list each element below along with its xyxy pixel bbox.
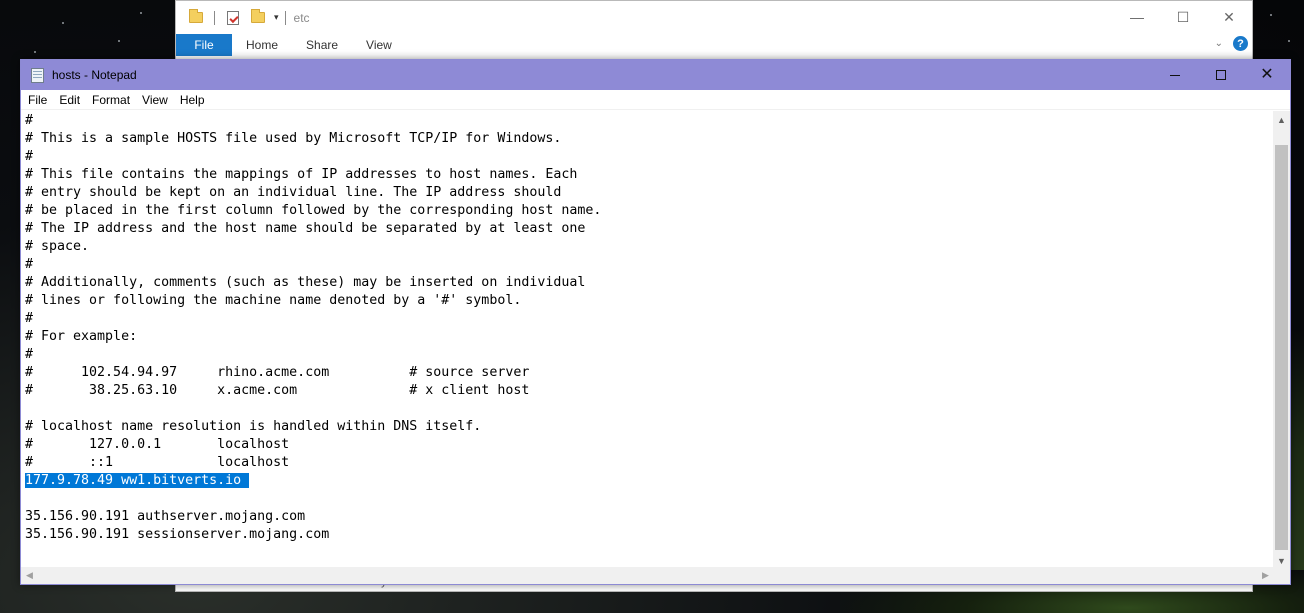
maximize-icon bbox=[1216, 70, 1226, 80]
text-line[interactable]: 35.156.90.191 sessionserver.mojang.com bbox=[25, 526, 1274, 544]
wallpaper-star bbox=[34, 51, 36, 53]
minimize-icon bbox=[1170, 74, 1180, 76]
text-line[interactable]: # This file contains the mappings of IP … bbox=[25, 166, 1274, 184]
notepad-window[interactable]: hosts - Notepad ✕ File Edit Format View … bbox=[20, 59, 1291, 585]
explorer-window-controls: — ☐ ✕ bbox=[1114, 1, 1252, 33]
text-line[interactable]: # This is a sample HOSTS file used by Mi… bbox=[25, 130, 1274, 148]
ribbon-right-controls: ⌄ ? bbox=[1215, 36, 1248, 51]
horizontal-scrollbar[interactable]: ◀ ▶ bbox=[21, 567, 1274, 584]
ribbon-tabs: File Home Share View ⌄ ? bbox=[176, 34, 1252, 56]
menu-help[interactable]: Help bbox=[174, 90, 211, 110]
minimize-button[interactable]: — bbox=[1114, 1, 1160, 33]
wallpaper-star bbox=[140, 12, 142, 14]
toolbar-divider bbox=[214, 10, 215, 25]
menu-format[interactable]: Format bbox=[86, 90, 136, 110]
maximize-button[interactable] bbox=[1198, 60, 1244, 90]
scroll-right-arrow-icon[interactable]: ▶ bbox=[1257, 567, 1274, 584]
text-line[interactable]: # bbox=[25, 148, 1274, 166]
text-line[interactable]: # entry should be kept on an individual … bbox=[25, 184, 1274, 202]
explorer-title: etc bbox=[293, 10, 310, 25]
tab-view[interactable]: View bbox=[352, 34, 406, 56]
notepad-icon bbox=[31, 67, 44, 83]
window-controls: ✕ bbox=[1152, 60, 1290, 90]
menu-edit[interactable]: Edit bbox=[53, 90, 86, 110]
text-line[interactable]: # 102.54.94.97 rhino.acme.com # source s… bbox=[25, 364, 1274, 382]
text-line[interactable]: # bbox=[25, 310, 1274, 328]
customize-toolbar-chevron-icon[interactable]: ▾ bbox=[274, 12, 279, 23]
explorer-titlebar[interactable]: ▾ etc — ☐ ✕ bbox=[176, 1, 1252, 34]
text-line[interactable]: # For example: bbox=[25, 328, 1274, 346]
maximize-button[interactable]: ☐ bbox=[1160, 1, 1206, 33]
notepad-titlebar[interactable]: hosts - Notepad ✕ bbox=[21, 60, 1290, 90]
scrollbar-corner bbox=[1273, 567, 1290, 584]
text-line[interactable]: 35.156.90.191 authserver.mojang.com bbox=[25, 508, 1274, 526]
menu-bar: File Edit Format View Help bbox=[21, 90, 1290, 110]
text-editor-area[interactable]: # # This is a sample HOSTS file used by M… bbox=[21, 111, 1274, 569]
text-line[interactable] bbox=[25, 400, 1274, 418]
help-icon[interactable]: ? bbox=[1233, 36, 1248, 51]
close-button[interactable]: ✕ bbox=[1206, 1, 1252, 33]
text-line[interactable]: # bbox=[25, 256, 1274, 274]
text-line[interactable]: # lines or following the machine name de… bbox=[25, 292, 1274, 310]
properties-icon[interactable] bbox=[227, 10, 239, 25]
minimize-button[interactable] bbox=[1152, 60, 1198, 90]
close-icon: ✕ bbox=[1260, 66, 1274, 83]
text-lines[interactable]: # # This is a sample HOSTS file used by M… bbox=[21, 111, 1274, 544]
menu-view[interactable]: View bbox=[136, 90, 174, 110]
text-line[interactable]: # be placed in the first column followed… bbox=[25, 202, 1274, 220]
text-line[interactable] bbox=[25, 490, 1274, 508]
window-title: hosts - Notepad bbox=[52, 68, 137, 82]
wallpaper-star bbox=[1270, 14, 1272, 16]
wallpaper-star bbox=[1288, 40, 1290, 42]
vertical-scroll-thumb[interactable] bbox=[1275, 145, 1288, 550]
text-line[interactable]: # space. bbox=[25, 238, 1274, 256]
new-folder-icon[interactable] bbox=[251, 9, 265, 23]
tab-file[interactable]: File bbox=[176, 34, 232, 56]
wallpaper-star bbox=[118, 40, 120, 42]
toolbar-divider bbox=[284, 10, 286, 25]
folder-icon bbox=[189, 9, 203, 23]
text-line[interactable]: # 127.0.0.1 localhost bbox=[25, 436, 1274, 454]
wallpaper-star bbox=[62, 22, 64, 24]
scroll-up-arrow-icon[interactable]: ▲ bbox=[1273, 111, 1290, 128]
text-line[interactable]: # bbox=[25, 346, 1274, 364]
text-line[interactable]: # The IP address and the host name shoul… bbox=[25, 220, 1274, 238]
scroll-left-arrow-icon[interactable]: ◀ bbox=[21, 567, 38, 584]
text-line[interactable]: # Additionally, comments (such as these)… bbox=[25, 274, 1274, 292]
vertical-scrollbar[interactable]: ▲ ▼ bbox=[1273, 111, 1290, 569]
menu-file[interactable]: File bbox=[22, 90, 53, 110]
selected-text-line[interactable]: 177.9.78.49 ww1.bitverts.io bbox=[25, 472, 1274, 490]
quick-access-toolbar: ▾ bbox=[176, 9, 279, 25]
text-line[interactable]: # bbox=[25, 112, 1274, 130]
text-line[interactable]: # localhost name resolution is handled w… bbox=[25, 418, 1274, 436]
expand-ribbon-chevron-icon[interactable]: ⌄ bbox=[1215, 38, 1223, 49]
text-line[interactable]: # ::1 localhost bbox=[25, 454, 1274, 472]
tab-share[interactable]: Share bbox=[292, 34, 352, 56]
text-line[interactable]: # 38.25.63.10 x.acme.com # x client host bbox=[25, 382, 1274, 400]
close-button[interactable]: ✕ bbox=[1244, 60, 1290, 90]
tab-home[interactable]: Home bbox=[232, 34, 292, 56]
